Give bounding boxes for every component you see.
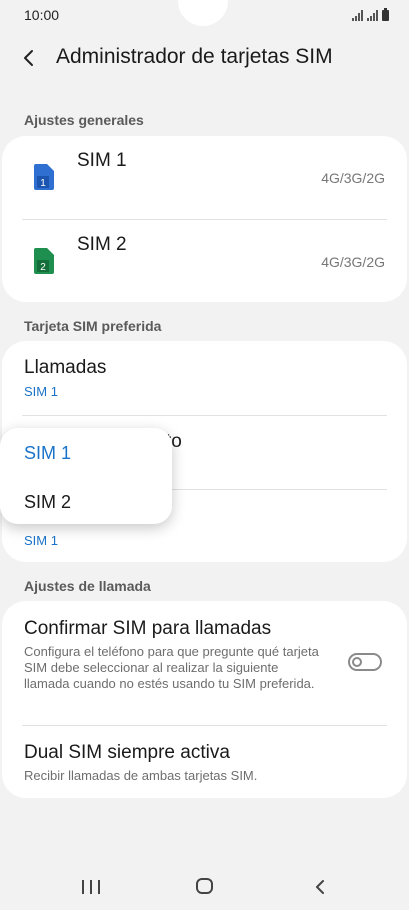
sim1-row[interactable]: 1 SIM 1 4G/3G/2G	[2, 136, 407, 219]
dual-sim-row[interactable]: Dual SIM siempre activa Recibir llamadas…	[2, 726, 407, 798]
popup-option-sim2[interactable]: SIM 2	[24, 492, 71, 513]
preferred-calls-row[interactable]: Llamadas SIM 1	[2, 341, 407, 415]
battery-icon	[382, 8, 389, 21]
recent-apps-icon[interactable]	[82, 880, 100, 894]
confirm-sim-title: Confirmar SIM para llamadas	[24, 618, 272, 639]
sim-select-popup: SIM 1 SIM 2	[0, 428, 172, 524]
section-label-calls: Ajustes de llamada	[24, 578, 151, 594]
signal-sim2-icon	[367, 10, 378, 21]
camera-notch	[178, 0, 228, 26]
section-label-general: Ajustes generales	[24, 112, 144, 128]
sim-cards-card: 1 SIM 1 4G/3G/2G 2 SIM 2 4G/3G/2G	[2, 136, 407, 302]
sim-card-1-icon: 1	[34, 164, 54, 190]
signal-sim1-icon	[352, 10, 363, 21]
back-arrow-icon[interactable]	[16, 44, 44, 72]
svg-text:2: 2	[40, 262, 46, 273]
status-bar: 10:00	[0, 0, 409, 30]
preferred-calls-title: Llamadas	[24, 357, 107, 378]
dual-sim-title: Dual SIM siempre activa	[24, 742, 230, 763]
page-title: Administrador de tarjetas SIM	[56, 45, 333, 68]
sim-card-2-icon: 2	[34, 248, 54, 274]
sim1-name: SIM 1	[77, 150, 127, 171]
back-icon[interactable]	[311, 878, 329, 896]
app-header: Administrador de tarjetas SIM	[0, 36, 409, 80]
popup-option-sim1[interactable]: SIM 1	[24, 443, 71, 464]
home-icon[interactable]	[196, 878, 213, 894]
sim2-row[interactable]: 2 SIM 2 4G/3G/2G	[2, 220, 407, 302]
confirm-sim-description: Configura el teléfono para que pregunte …	[24, 644, 319, 691]
sim2-network: 4G/3G/2G	[321, 254, 385, 270]
sim2-name: SIM 2	[77, 234, 127, 255]
call-settings-card: Confirmar SIM para llamadas Configura el…	[2, 601, 407, 798]
confirm-sim-toggle[interactable]	[348, 653, 382, 671]
svg-text:1: 1	[40, 178, 46, 189]
preferred-row-3-value: SIM 1	[24, 533, 58, 548]
preferred-calls-value: SIM 1	[24, 384, 58, 399]
status-icons	[352, 8, 389, 21]
confirm-sim-row[interactable]: Confirmar SIM para llamadas Configura el…	[2, 601, 407, 725]
section-label-preferred: Tarjeta SIM preferida	[24, 318, 162, 334]
system-nav-bar	[0, 860, 409, 910]
status-time: 10:00	[24, 7, 60, 23]
dual-sim-description: Recibir llamadas de ambas tarjetas SIM.	[24, 768, 258, 783]
sim1-network: 4G/3G/2G	[321, 170, 385, 186]
